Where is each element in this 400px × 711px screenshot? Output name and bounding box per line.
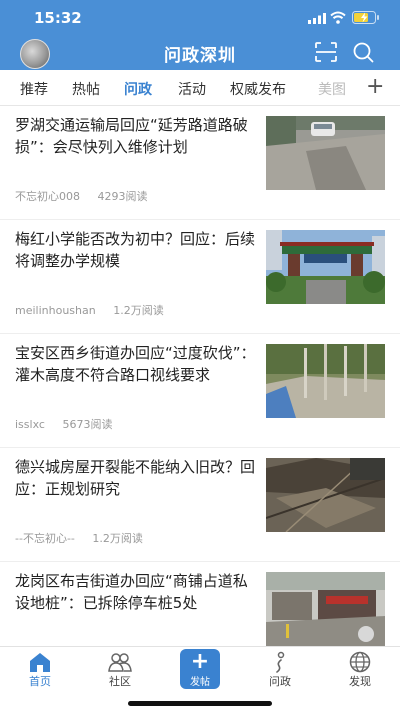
article-thumbnail[interactable] xyxy=(266,572,385,646)
article-author: isslxc xyxy=(15,418,45,431)
article-meta: meilinhoushan 1.2万阅读 xyxy=(15,302,164,318)
article-title[interactable]: 宝安区西乡街道办回应“过度砍伐”：灌木高度不符合路口视线要求 xyxy=(15,342,260,386)
bottom-tab-bar: 首页 社区 + 发帖 问政 发现 xyxy=(0,646,400,711)
article-thumbnail[interactable] xyxy=(266,230,385,304)
article-author: 不忘初心008 xyxy=(15,190,80,203)
article-author: meilinhoushan xyxy=(15,304,96,317)
article-title[interactable]: 梅红小学能否改为初中？回应：后续将调整办学规模 xyxy=(15,228,260,272)
article-feed: 罗湖交通运输局回应“延芳路道路破损”：会尽快列入维修计划 不忘初心008 429… xyxy=(0,106,400,646)
tab-photos[interactable]: 美图 xyxy=(318,79,346,99)
article-views: 4293阅读 xyxy=(97,190,148,203)
scan-icon[interactable] xyxy=(315,42,337,62)
article-views: 1.2万阅读 xyxy=(113,304,164,317)
nav-bar: 问政深圳 xyxy=(0,34,400,70)
community-icon xyxy=(108,653,132,672)
app-title: 问政深圳 xyxy=(164,46,236,66)
battery-charging-icon xyxy=(352,11,379,24)
article-thumbnail[interactable] xyxy=(266,458,385,532)
tab-official-releases[interactable]: 权威发布 xyxy=(230,79,286,99)
nav-discover-label: 发现 xyxy=(349,675,371,688)
tab-recommend[interactable]: 推荐 xyxy=(20,79,48,99)
inquiry-icon xyxy=(276,651,285,673)
post-button-label: 发帖 xyxy=(190,677,210,688)
globe-icon xyxy=(349,651,371,673)
user-avatar[interactable] xyxy=(20,39,50,69)
article-card[interactable]: 德兴城房屋开裂能不能纳入旧改？回应：正规划研究 --不忘初心-- 1.2万阅读 xyxy=(0,448,400,562)
article-card[interactable]: 龙岗区布吉街道办回应“商铺占道私设地桩”：已拆除停车桩5处 xyxy=(0,562,400,646)
nav-community-label: 社区 xyxy=(109,675,131,688)
article-meta: 不忘初心008 4293阅读 xyxy=(15,188,148,204)
app-header: 15:32 问政深圳 xyxy=(0,0,400,70)
article-thumbnail[interactable] xyxy=(266,116,385,190)
nav-inquiry[interactable]: 问政 xyxy=(240,647,320,697)
search-icon[interactable] xyxy=(352,41,374,63)
category-tabs: 推荐 热帖 问政 活动 权威发布 美图 + xyxy=(0,70,400,106)
article-title[interactable]: 德兴城房屋开裂能不能纳入旧改？回应：正规划研究 xyxy=(15,456,260,500)
article-meta: --不忘初心-- 1.2万阅读 xyxy=(15,530,143,546)
add-tab-icon[interactable]: + xyxy=(366,74,384,99)
article-views: 1.2万阅读 xyxy=(92,532,143,545)
tab-activities[interactable]: 活动 xyxy=(178,79,206,99)
article-thumbnail[interactable] xyxy=(266,344,385,418)
article-card[interactable]: 罗湖交通运输局回应“延芳路道路破损”：会尽快列入维修计划 不忘初心008 429… xyxy=(0,106,400,220)
article-card[interactable]: 梅红小学能否改为初中？回应：后续将调整办学规模 meilinhoushan 1.… xyxy=(0,220,400,334)
article-title[interactable]: 龙岗区布吉街道办回应“商铺占道私设地桩”：已拆除停车桩5处 xyxy=(15,570,260,614)
post-button[interactable]: + 发帖 xyxy=(180,649,220,689)
wifi-icon xyxy=(330,11,346,24)
article-author: --不忘初心-- xyxy=(15,532,75,545)
article-meta: isslxc 5673阅读 xyxy=(15,416,112,432)
article-card[interactable]: 宝安区西乡街道办回应“过度砍伐”：灌木高度不符合路口视线要求 isslxc 56… xyxy=(0,334,400,448)
nav-discover[interactable]: 发现 xyxy=(320,647,400,697)
article-title[interactable]: 罗湖交通运输局回应“延芳路道路破损”：会尽快列入维修计划 xyxy=(15,114,260,158)
nav-inquiry-label: 问政 xyxy=(269,675,291,688)
home-icon xyxy=(30,653,50,672)
nav-home-label: 首页 xyxy=(29,675,51,688)
nav-home[interactable]: 首页 xyxy=(0,647,80,697)
tab-inquiry[interactable]: 问政 xyxy=(124,79,152,99)
plus-icon: + xyxy=(190,649,210,674)
status-bar: 15:32 xyxy=(0,0,400,34)
home-indicator xyxy=(128,701,272,706)
cellular-signal-icon xyxy=(308,13,326,24)
article-views: 5673阅读 xyxy=(62,418,113,431)
status-time: 15:32 xyxy=(34,9,82,27)
tab-hot-posts[interactable]: 热帖 xyxy=(72,79,100,99)
nav-community[interactable]: 社区 xyxy=(80,647,160,697)
